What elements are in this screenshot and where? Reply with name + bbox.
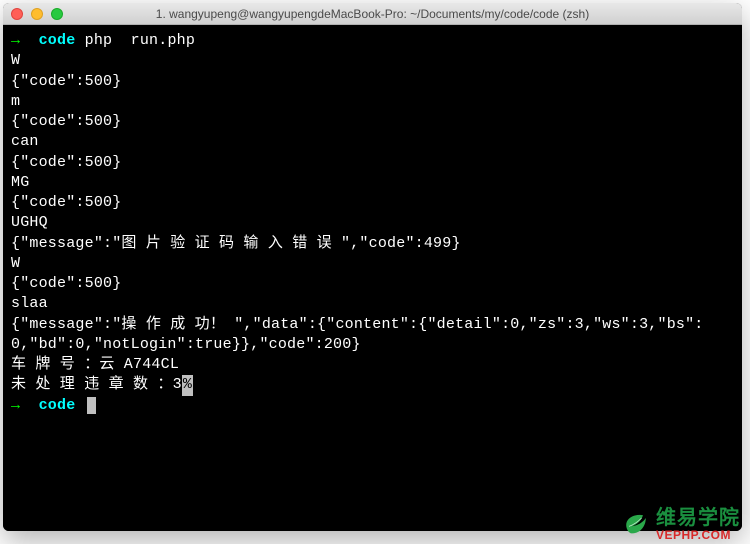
maximize-button[interactable] xyxy=(51,8,63,20)
output-line: can xyxy=(11,132,734,152)
output-line: slaa xyxy=(11,294,734,314)
inverted-char: % xyxy=(182,375,193,395)
watermark-text: 维易学院 VEPHP.COM xyxy=(656,508,740,542)
output-line: {"message":"操 作 成 功！ ","data":{"content"… xyxy=(11,315,734,356)
titlebar[interactable]: 1. wangyupeng@wangyupengdeMacBook-Pro: ~… xyxy=(3,3,742,25)
cursor-icon xyxy=(87,397,96,414)
output-line: 车 牌 号 ：云 A744CL xyxy=(11,355,734,375)
window-title: 1. wangyupeng@wangyupengdeMacBook-Pro: ~… xyxy=(3,7,742,21)
watermark-cn: 维易学院 xyxy=(656,508,740,529)
output-text: 未 处 理 违 章 数 ：3 xyxy=(11,376,182,393)
output-line: {"code":500} xyxy=(11,274,734,294)
terminal-body[interactable]: → code php run.php W {"code":500} m {"co… xyxy=(3,25,742,531)
output-line: W xyxy=(11,254,734,274)
output-line: W xyxy=(11,51,734,71)
watermark-en: VEPHP.COM xyxy=(656,529,731,542)
leaf-icon xyxy=(622,511,650,539)
prompt-arrow-icon: → xyxy=(11,32,20,49)
terminal-window: 1. wangyupeng@wangyupengdeMacBook-Pro: ~… xyxy=(3,3,742,531)
output-line: 未 处 理 违 章 数 ：3% xyxy=(11,375,734,395)
traffic-lights xyxy=(11,8,63,20)
output-line: {"code":500} xyxy=(11,112,734,132)
prompt-line: → code xyxy=(11,396,734,416)
output-line: UGHQ xyxy=(11,213,734,233)
minimize-button[interactable] xyxy=(31,8,43,20)
output-line: m xyxy=(11,92,734,112)
output-line: {"code":500} xyxy=(11,193,734,213)
prompt-path: code xyxy=(39,397,76,414)
close-button[interactable] xyxy=(11,8,23,20)
watermark: 维易学院 VEPHP.COM xyxy=(622,508,740,542)
output-line: {"message":"图 片 验 证 码 输 入 错 误 ","code":4… xyxy=(11,234,734,254)
output-line: {"code":500} xyxy=(11,72,734,92)
output-line: {"code":500} xyxy=(11,153,734,173)
prompt-arrow-icon: → xyxy=(11,397,20,414)
prompt-path: code xyxy=(39,32,76,49)
prompt-line: → code php run.php xyxy=(11,31,734,51)
command-text: php run.php xyxy=(85,32,195,49)
output-line: MG xyxy=(11,173,734,193)
